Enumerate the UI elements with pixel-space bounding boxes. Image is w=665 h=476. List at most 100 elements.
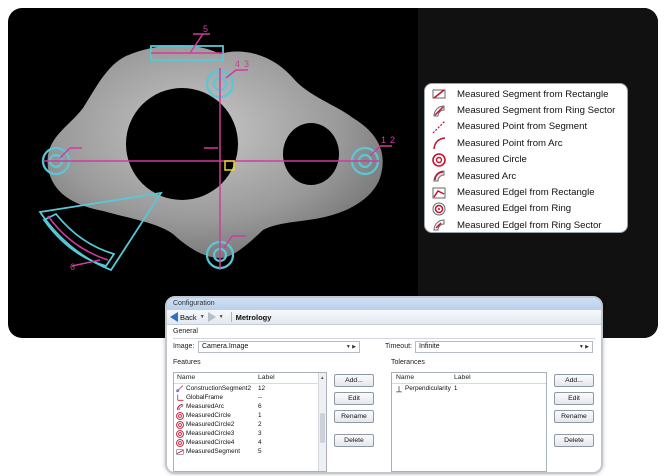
forward-button[interactable] bbox=[207, 312, 216, 322]
timeout-label: Timeout: bbox=[385, 343, 412, 350]
legend-item: Measured Arc bbox=[425, 168, 627, 184]
legend-item-label: Measured Edgel from Ring Sector bbox=[457, 219, 602, 231]
small-hole bbox=[283, 123, 339, 185]
circle-icon bbox=[432, 152, 446, 167]
feature-name: GlobalFrame bbox=[186, 394, 223, 401]
breadcrumb[interactable]: Metrology bbox=[236, 313, 272, 322]
legend-item: Measured Point from Arc bbox=[425, 135, 627, 151]
features-rows: ConstructionSegment2 12 GlobalFrame -- Measu… bbox=[174, 384, 326, 456]
tolerance-label: 1 bbox=[453, 385, 458, 392]
combo-arrows-icon: ▼ ▶ bbox=[578, 344, 589, 350]
toolbar-separator bbox=[230, 312, 232, 322]
feature-label: 12 bbox=[258, 385, 266, 392]
forward-dropdown-icon[interactable]: ▼ bbox=[219, 314, 224, 320]
feature-name: ConstructionSegment2 bbox=[186, 385, 252, 392]
general-divider bbox=[173, 338, 595, 339]
image-combo-value: Camera.Image bbox=[202, 343, 249, 350]
feature-name: MeasuredCircle4 bbox=[186, 439, 235, 446]
legend-item: Measured Circle bbox=[425, 152, 627, 168]
feature-label: 3 bbox=[258, 430, 262, 437]
legend-item-label: Measured Point from Arc bbox=[457, 137, 563, 149]
scrollbar-thumb[interactable] bbox=[320, 413, 325, 443]
feature-name-cell: MeasuredCircle3 bbox=[174, 429, 258, 438]
features-add-button[interactable]: Add... bbox=[334, 374, 374, 387]
window-title: Configuration bbox=[167, 298, 601, 310]
features-list[interactable]: Name Label ConstructionSegment2 12 GlobalF… bbox=[173, 372, 327, 472]
feature-label: -- bbox=[258, 394, 263, 401]
scroll-up-icon[interactable]: ▲ bbox=[320, 375, 324, 380]
tolerance-name-cell: Perpendicularity bbox=[392, 385, 451, 393]
edgel-ring-icon bbox=[432, 202, 446, 216]
feature-name: MeasuredCircle bbox=[186, 412, 231, 419]
camera-image-viewer[interactable]: 5 4 3 1 2 6 Measured Segment from Rectan… bbox=[8, 8, 658, 338]
tolerances-rename-button[interactable]: Rename bbox=[554, 410, 594, 423]
forward-arrow-icon bbox=[207, 312, 216, 322]
tolerances-list[interactable]: Name Label Perpendicularity 1 bbox=[391, 372, 547, 472]
arc-icon bbox=[433, 170, 445, 182]
table-row[interactable]: GlobalFrame -- bbox=[174, 393, 326, 402]
legend-item: Measured Edgel from Ring Sector bbox=[425, 217, 627, 232]
frame-icon bbox=[177, 394, 184, 401]
column-header-name: Name bbox=[396, 374, 415, 381]
back-button[interactable]: Back bbox=[170, 312, 197, 322]
point-segment-icon bbox=[432, 120, 446, 134]
back-label: Back bbox=[180, 312, 197, 322]
features-delete-button[interactable]: Delete bbox=[334, 434, 374, 447]
arc-icon bbox=[176, 403, 184, 410]
feature-label: 5 bbox=[258, 448, 262, 455]
tolerances-add-button[interactable]: Add... bbox=[554, 374, 594, 387]
timeout-combo-value: Infinite bbox=[419, 343, 440, 350]
column-header-label: Label bbox=[454, 374, 471, 381]
tolerances-edit-button[interactable]: Edit bbox=[554, 392, 594, 405]
construction-segment-icon bbox=[176, 384, 184, 392]
legend-item-label: Measured Point from Segment bbox=[457, 121, 588, 133]
large-hole bbox=[126, 88, 238, 200]
table-row[interactable]: MeasuredCircle 1 bbox=[174, 411, 326, 420]
edgel-ring-sector-icon bbox=[433, 219, 445, 231]
feature-name-cell: GlobalFrame bbox=[174, 394, 258, 402]
legend-item-label: Measured Arc bbox=[457, 170, 517, 182]
features-section-title: Features bbox=[173, 359, 201, 366]
callout-3: 3 bbox=[244, 59, 249, 69]
legend-item: Measured Edgel from Ring bbox=[425, 201, 627, 217]
column-header-name: Name bbox=[177, 374, 196, 381]
feature-name-cell: ConstructionSegment2 bbox=[174, 384, 258, 393]
configuration-window[interactable]: Configuration Back ▼ ▼ Metrology General… bbox=[165, 296, 603, 474]
feature-label: 1 bbox=[258, 412, 262, 419]
tolerances-rows: Perpendicularity 1 bbox=[392, 384, 546, 393]
back-dropdown-icon[interactable]: ▼ bbox=[200, 314, 205, 320]
tolerances-list-header: Name Label bbox=[392, 373, 546, 384]
features-scrollbar[interactable]: ▲ bbox=[318, 373, 326, 471]
tolerance-name: Perpendicularity bbox=[405, 385, 451, 392]
legend-item: Measured Point from Segment bbox=[425, 119, 627, 135]
table-row[interactable]: ConstructionSegment2 12 bbox=[174, 384, 326, 393]
segment-ring-sector-icon bbox=[433, 105, 445, 117]
circle-icon bbox=[176, 438, 184, 447]
circle-icon bbox=[176, 429, 184, 438]
tolerances-delete-button[interactable]: Delete bbox=[554, 434, 594, 447]
feature-legend: Measured Segment from Rectangle Measured … bbox=[424, 83, 628, 233]
features-edit-button[interactable]: Edit bbox=[334, 392, 374, 405]
table-row[interactable]: MeasuredArc 6 bbox=[174, 402, 326, 411]
table-row[interactable]: Perpendicularity 1 bbox=[392, 384, 546, 393]
timeout-combo[interactable]: Infinite ▼ ▶ bbox=[415, 341, 593, 353]
image-combo[interactable]: Camera.Image ▼ ▶ bbox=[198, 341, 360, 353]
callout-5: 5 bbox=[203, 24, 208, 34]
table-row[interactable]: MeasuredCircle3 3 bbox=[174, 429, 326, 438]
table-row[interactable]: MeasuredCircle2 2 bbox=[174, 420, 326, 429]
column-header-label: Label bbox=[258, 374, 275, 381]
perpendicular-icon bbox=[396, 385, 402, 392]
features-rename-button[interactable]: Rename bbox=[334, 410, 374, 423]
legend-item-label: Measured Circle bbox=[457, 154, 527, 166]
feature-label: 2 bbox=[258, 421, 262, 428]
point-arc-icon bbox=[433, 137, 446, 150]
legend-item-label: Measured Edgel from Rectangle bbox=[457, 187, 595, 199]
features-list-header: Name Label bbox=[174, 373, 326, 384]
table-row[interactable]: MeasuredSegment 5 bbox=[174, 447, 326, 456]
callout-2: 2 bbox=[390, 135, 395, 145]
legend-item: Measured Segment from Rectangle bbox=[425, 86, 627, 102]
combo-arrows-icon: ▼ ▶ bbox=[345, 344, 356, 350]
feature-name-cell: MeasuredCircle bbox=[174, 411, 258, 420]
table-row[interactable]: MeasuredCircle4 4 bbox=[174, 438, 326, 447]
back-arrow-icon bbox=[170, 312, 178, 322]
